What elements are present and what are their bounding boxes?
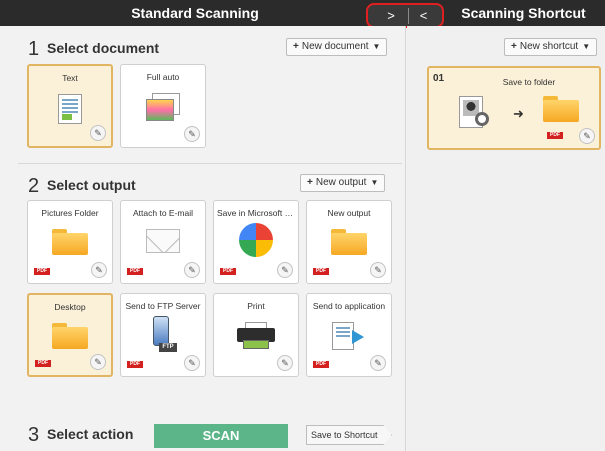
output-card-ftp-server[interactable]: Send to FTP Server FTP PDF ✎ xyxy=(120,293,206,377)
new-output-label: New output xyxy=(315,177,367,188)
card-label: Full auto xyxy=(146,72,180,82)
select-document-heading: 1 Select document xyxy=(28,38,159,61)
printer-icon xyxy=(237,322,275,350)
card-label: Attach to E-mail xyxy=(133,208,193,218)
section-divider xyxy=(18,163,402,164)
arrow-right-icon: ➜ xyxy=(513,106,524,121)
edit-icon[interactable]: ✎ xyxy=(184,126,200,142)
scanning-shortcut-title: Scanning Shortcut xyxy=(461,5,586,21)
new-shortcut-button[interactable]: + New shortcut ▼ xyxy=(504,38,598,56)
ftp-tag: FTP xyxy=(159,343,177,352)
app-window: Standard Scanning > < Scanning Shortcut … xyxy=(0,0,605,451)
output-card-new-output[interactable]: New output PDF ✎ xyxy=(306,200,392,284)
section-number: 2 xyxy=(28,175,40,197)
output-card-send-to-application[interactable]: Send to application PDF ✎ xyxy=(306,293,392,377)
section-title-text: Select document xyxy=(47,40,160,56)
card-label: Send to application xyxy=(312,301,386,311)
card-label: Desktop xyxy=(54,302,86,312)
scan-button[interactable]: SCAN xyxy=(154,424,288,448)
standard-scanning-title: Standard Scanning xyxy=(131,5,259,21)
section-title-text: Select action xyxy=(47,426,134,442)
pdf-badge: PDF xyxy=(547,132,563,139)
pdf-badge: PDF xyxy=(127,361,143,368)
edit-icon[interactable]: ✎ xyxy=(184,262,200,278)
pdf-badge: PDF xyxy=(313,361,329,368)
edit-icon[interactable]: ✎ xyxy=(91,262,107,278)
save-to-shortcut-button[interactable]: Save to Shortcut xyxy=(306,425,392,445)
pdf-badge: PDF xyxy=(220,268,236,275)
output-card-print[interactable]: Print ✎ xyxy=(213,293,299,377)
caret-down-icon: ▼ xyxy=(370,178,379,187)
folder-icon xyxy=(331,229,367,255)
section-title-text: Select output xyxy=(47,177,136,193)
section-number: 1 xyxy=(28,38,40,60)
card-label: Send to FTP Server xyxy=(125,301,201,311)
folder-icon xyxy=(52,229,88,255)
select-action-heading: 3 Select action xyxy=(28,424,133,447)
card-label: New output xyxy=(327,208,371,218)
card-label: Save in Microsoft S... xyxy=(217,208,295,218)
pdf-badge: PDF xyxy=(34,268,50,275)
pdf-badge: PDF xyxy=(127,268,143,275)
photo-document-icon xyxy=(146,93,180,123)
edit-icon[interactable]: ✎ xyxy=(370,355,386,371)
output-card-save-microsoft[interactable]: Save in Microsoft S... PDF ✎ xyxy=(213,200,299,284)
shortcut-label: Save to folder xyxy=(502,77,556,87)
edit-icon[interactable]: ✎ xyxy=(277,355,293,371)
folder-icon xyxy=(543,96,579,122)
plus-icon: + xyxy=(307,177,313,188)
pdf-badge: PDF xyxy=(313,268,329,275)
output-card-pictures-folder[interactable]: Pictures Folder PDF ✎ xyxy=(27,200,113,284)
edit-icon[interactable]: ✎ xyxy=(370,262,386,278)
onenote-icon xyxy=(239,223,273,263)
plus-icon: + xyxy=(511,41,517,52)
folder-icon xyxy=(52,323,88,349)
text-document-icon xyxy=(58,94,82,124)
app-icon xyxy=(332,322,366,352)
plus-icon: + xyxy=(293,41,299,52)
scanning-shortcut-panel: + New shortcut ▼ 01 Save to folder ➜ PDF ✎ xyxy=(407,26,605,451)
card-label: Text xyxy=(62,73,78,83)
pdf-badge: PDF xyxy=(35,360,51,367)
select-output-heading: 2 Select output xyxy=(28,175,136,198)
edit-icon[interactable]: ✎ xyxy=(277,262,293,278)
new-shortcut-label: New shortcut xyxy=(519,41,579,52)
settings-gear-icon xyxy=(475,112,489,126)
section-number: 3 xyxy=(28,424,40,446)
new-output-button[interactable]: + New output ▼ xyxy=(300,174,386,192)
edit-icon[interactable]: ✎ xyxy=(579,128,595,144)
edit-icon[interactable]: ✎ xyxy=(90,125,106,141)
edit-icon[interactable]: ✎ xyxy=(90,354,106,370)
output-card-desktop[interactable]: Desktop PDF ✎ xyxy=(27,293,113,377)
card-label: Pictures Folder xyxy=(41,208,99,218)
edit-icon[interactable]: ✎ xyxy=(184,355,200,371)
panel-navigation: > < xyxy=(366,3,444,28)
output-card-attach-email[interactable]: Attach to E-mail PDF ✎ xyxy=(120,200,206,284)
document-card-text[interactable]: Text ✎ xyxy=(27,64,113,148)
previous-button[interactable]: < xyxy=(408,8,438,24)
card-label: Print xyxy=(247,301,265,311)
mail-icon xyxy=(146,229,180,253)
caret-down-icon: ▼ xyxy=(372,42,381,51)
new-document-button[interactable]: + New document ▼ xyxy=(286,38,388,56)
next-button[interactable]: > xyxy=(376,8,406,24)
ftp-icon: FTP xyxy=(151,316,177,358)
new-document-label: New document xyxy=(301,41,369,52)
shortcut-card-save-to-folder[interactable]: 01 Save to folder ➜ PDF ✎ xyxy=(427,66,601,150)
caret-down-icon: ▼ xyxy=(582,42,591,51)
document-card-full-auto[interactable]: Full auto ✎ xyxy=(120,64,206,148)
standard-scanning-panel: 1 Select document + New document ▼ Text ✎ … xyxy=(14,26,406,451)
shortcut-number: 01 xyxy=(433,73,445,84)
title-bar: Standard Scanning > < Scanning Shortcut xyxy=(0,0,605,28)
